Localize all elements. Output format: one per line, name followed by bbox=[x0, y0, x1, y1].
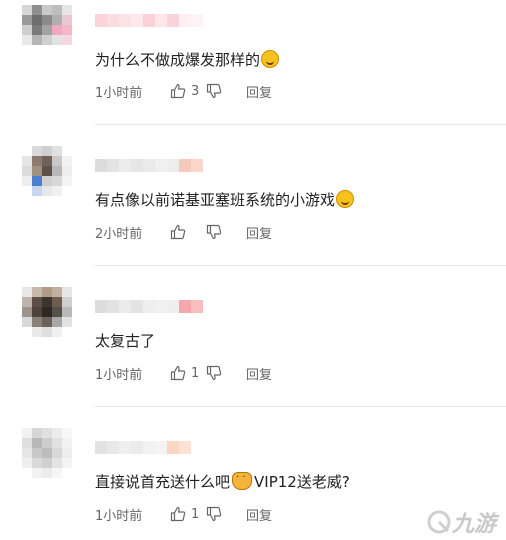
laughing-crying-emoji-icon bbox=[336, 190, 355, 208]
reply-button[interactable]: 回复 bbox=[246, 82, 272, 101]
dislike-button[interactable] bbox=[206, 224, 222, 240]
thumbs-up-icon bbox=[170, 365, 186, 381]
thumbs-down-icon bbox=[206, 83, 222, 99]
like-count: 1 bbox=[191, 506, 200, 522]
username-blurred[interactable] bbox=[95, 300, 203, 313]
thumbs-down-icon bbox=[206, 224, 222, 240]
reply-button[interactable]: 回复 bbox=[246, 364, 272, 383]
like-button[interactable] bbox=[170, 224, 206, 240]
comment-time: 1小时前 bbox=[95, 508, 143, 524]
thumbs-down-icon bbox=[206, 506, 222, 522]
divider bbox=[95, 124, 506, 125]
comment-meta: 1小时前 3 回复 bbox=[95, 81, 272, 101]
comment-text: 为什么不做成爆发那样的 bbox=[95, 50, 280, 70]
comment-text: 太复古了 bbox=[95, 332, 156, 350]
comment-meta: 1小时前 1 回复 bbox=[95, 363, 272, 383]
avatar[interactable] bbox=[22, 146, 72, 196]
watermark-logo: 九游 bbox=[426, 506, 496, 538]
reply-button[interactable]: 回复 bbox=[246, 223, 272, 242]
cat-emoji-icon bbox=[232, 472, 253, 490]
nine-game-logo-icon bbox=[427, 510, 451, 534]
divider bbox=[95, 406, 506, 407]
reply-button[interactable]: 回复 bbox=[246, 505, 272, 524]
like-button[interactable]: 1 bbox=[170, 365, 206, 381]
avatar[interactable] bbox=[22, 428, 72, 478]
dislike-button[interactable] bbox=[206, 83, 222, 99]
dislike-button[interactable] bbox=[206, 506, 222, 522]
username-blurred[interactable] bbox=[95, 159, 203, 172]
like-count: 3 bbox=[191, 83, 200, 99]
comment-time: 2小时前 bbox=[95, 226, 143, 242]
thumbs-up-icon bbox=[170, 83, 186, 99]
avatar[interactable] bbox=[22, 5, 72, 55]
thumbs-down-icon bbox=[206, 365, 222, 381]
comment-time: 1小时前 bbox=[95, 85, 143, 101]
thumbs-up-icon bbox=[170, 224, 186, 240]
laughing-crying-emoji-icon bbox=[261, 50, 280, 68]
thumbs-up-icon bbox=[170, 506, 186, 522]
comment-time: 1小时前 bbox=[95, 367, 143, 383]
comment-text: 有点像以前诺基亚塞班系统的小游戏 bbox=[95, 190, 355, 210]
dislike-button[interactable] bbox=[206, 365, 222, 381]
like-count: 1 bbox=[191, 365, 200, 381]
username-blurred[interactable] bbox=[95, 14, 203, 27]
like-button[interactable]: 3 bbox=[170, 83, 206, 99]
comment-text: 直接说首充送什么吧VIP12送老威? bbox=[95, 472, 350, 492]
comment-meta: 1小时前 1 回复 bbox=[95, 504, 272, 524]
watermark-text: 九游 bbox=[451, 512, 496, 537]
like-button[interactable]: 1 bbox=[170, 506, 206, 522]
avatar[interactable] bbox=[22, 287, 72, 337]
comment-meta: 2小时前 回复 bbox=[95, 222, 272, 242]
username-blurred[interactable] bbox=[95, 441, 191, 454]
divider bbox=[95, 265, 506, 266]
